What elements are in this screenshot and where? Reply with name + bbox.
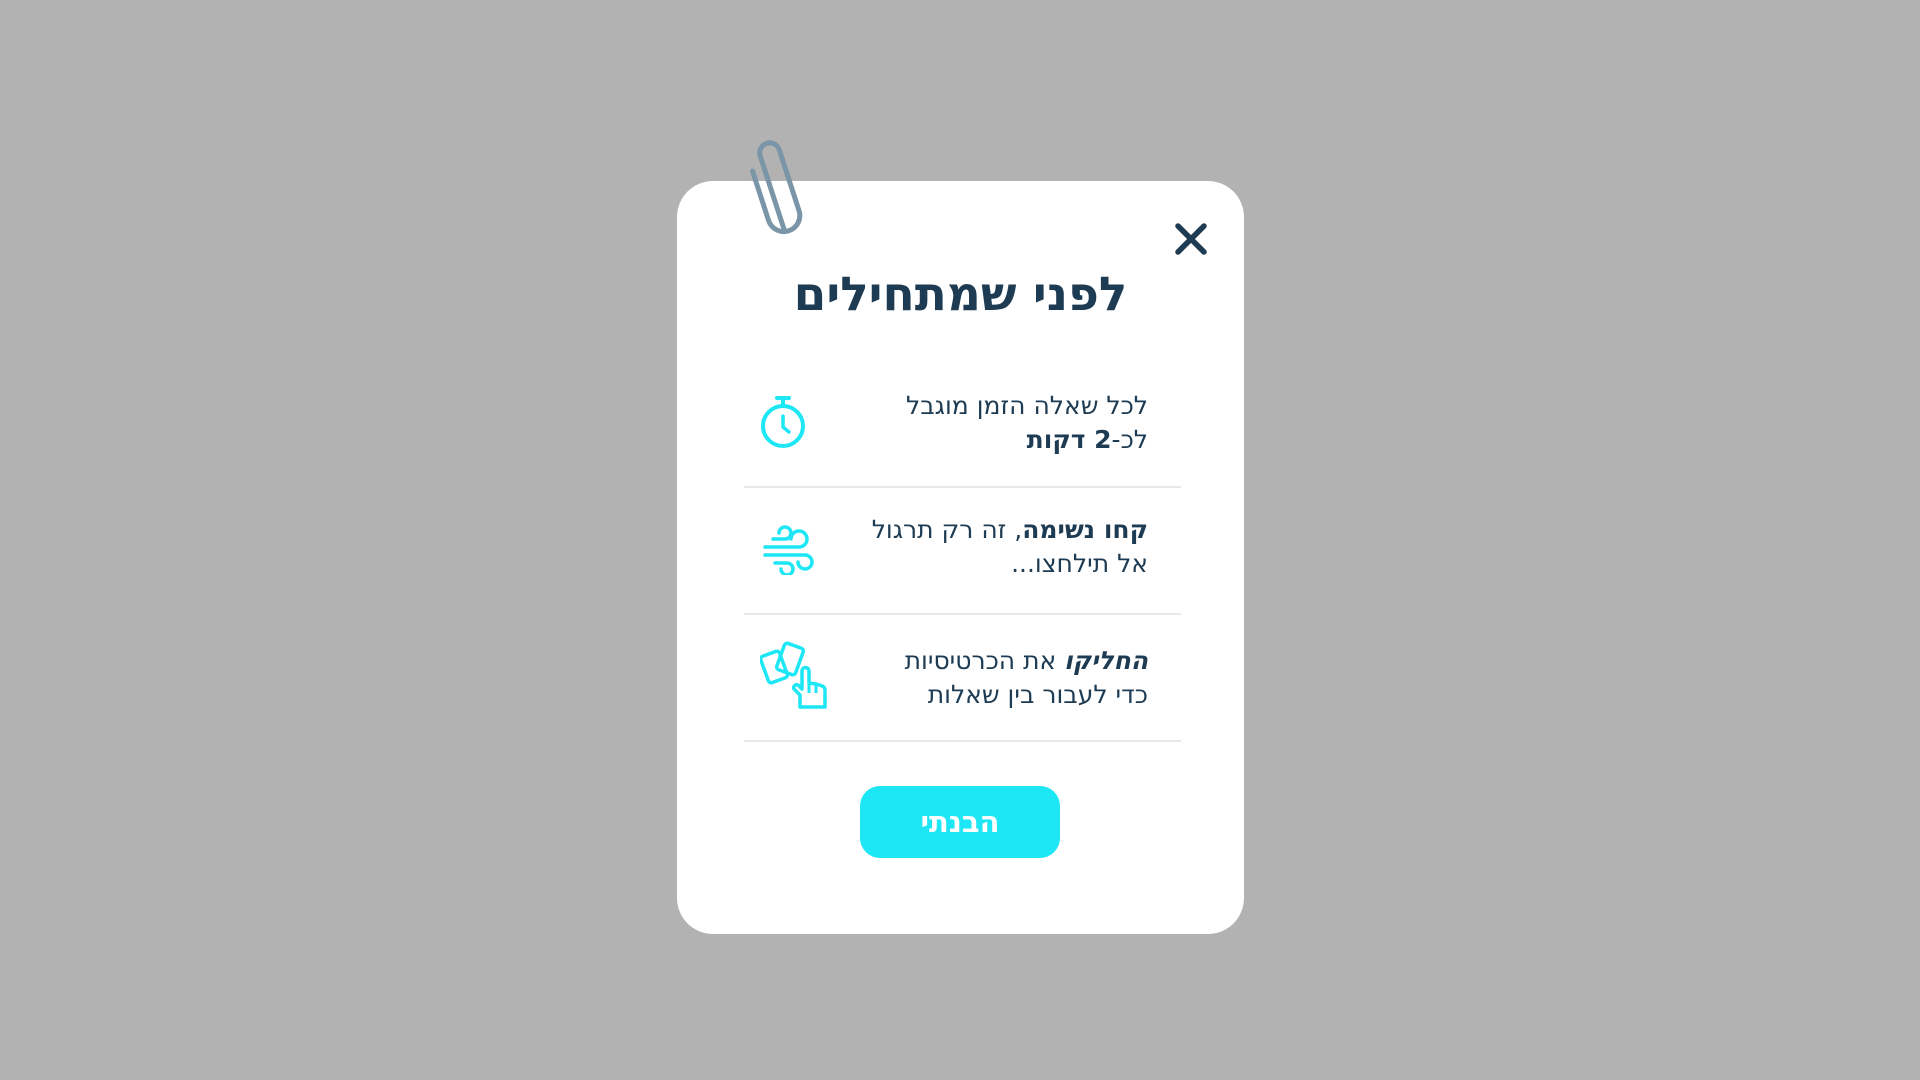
paperclip-icon [750,140,803,235]
breathe-text: קחו נשימה, זה רק תרגול אל תילחצו... [828,513,1148,581]
swipe-line2: כדי לעבור בין שאלות [927,680,1148,709]
list-item-time-limit: לכל שאלה הזמן מוגבל לכ-2 דקות [744,375,1181,488]
time-limit-line2: לכ-2 דקות [1026,425,1148,454]
breathe-line1: קחו נשימה, זה רק תרגול [871,515,1148,544]
list-item-swipe: החליקו את הכרטיסיות כדי לעבור בין שאלות [744,614,1181,742]
close-icon[interactable] [1172,220,1210,258]
list-item-breathe: קחו נשימה, זה רק תרגול אל תילחצו... [744,487,1181,615]
modal-title: לפני שמתחילים [793,267,1128,322]
wind-icon [763,525,814,575]
swipe-line1: החליקו את הכרטיסיות [904,646,1148,675]
time-limit-text: לכל שאלה הזמן מוגבל לכ-2 דקות [828,389,1148,457]
swipe-text: החליקו את הכרטיסיות כדי לעבור בין שאלות [828,644,1148,712]
swipe-cards-icon [760,641,827,709]
got-it-button[interactable]: הבנתי [860,786,1060,858]
breathe-line2: אל תילחצו... [1011,549,1148,578]
stopwatch-icon [761,396,805,448]
time-limit-line1: לכל שאלה הזמן מוגבל [906,391,1148,420]
